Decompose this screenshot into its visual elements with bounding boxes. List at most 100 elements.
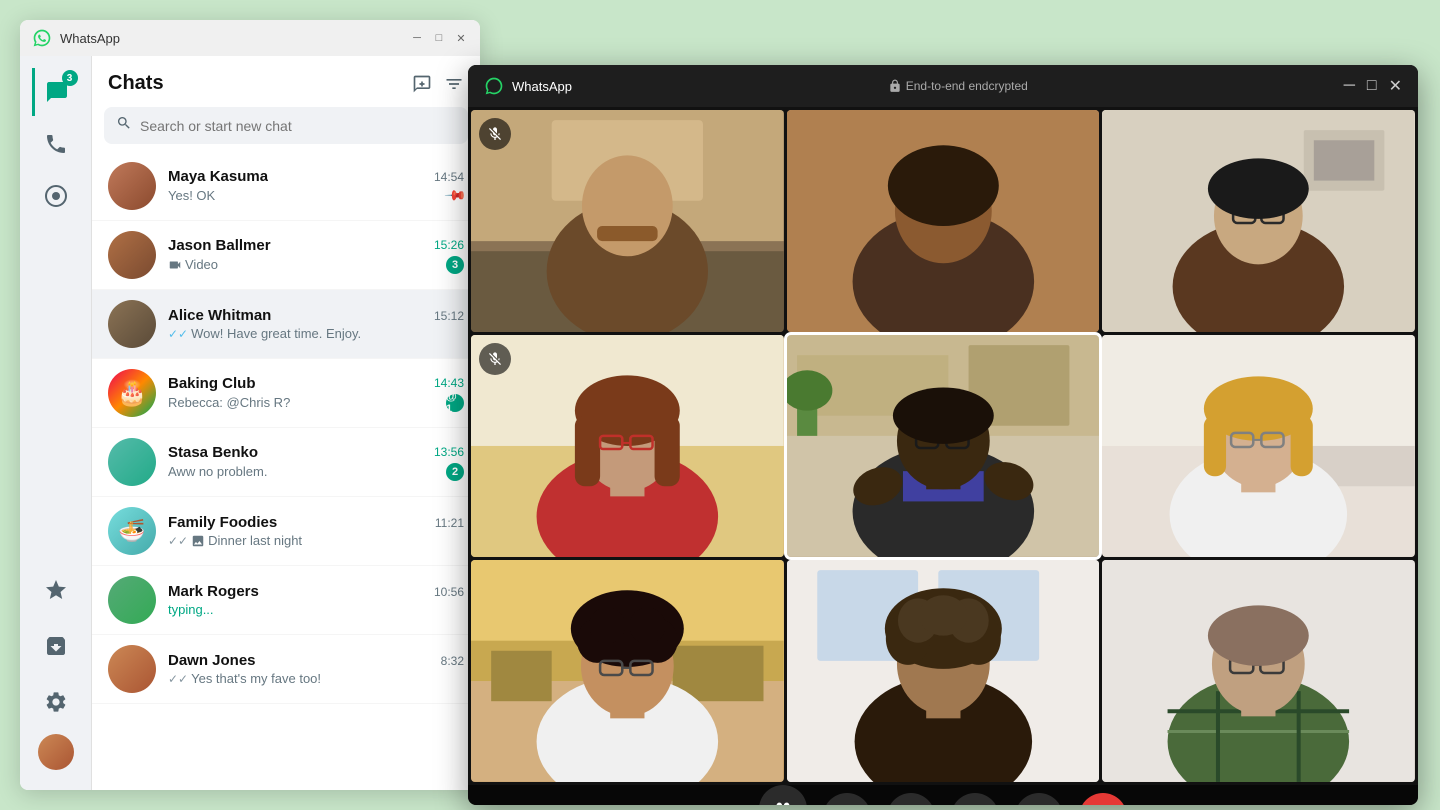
- sidebar-item-status[interactable]: [32, 172, 80, 220]
- avatar-mark: [108, 576, 156, 624]
- chat-name-baking: Baking Club: [168, 375, 256, 392]
- chat-item-alice[interactable]: Alice Whitman 15:12 ✓✓ Wow! Have great t…: [92, 290, 480, 359]
- chat-item-jason[interactable]: Jason Ballmer 15:26 Video 3: [92, 221, 480, 290]
- sidebar-item-chats[interactable]: 3: [32, 68, 80, 116]
- chat-time-baking: 14:43: [434, 376, 464, 390]
- chat-time-jason: 15:26: [434, 238, 464, 252]
- video-person-1: [471, 110, 784, 332]
- chats-badge: 3: [62, 70, 78, 86]
- sidebar-item-archived[interactable]: [32, 622, 80, 670]
- video-person-9: [1102, 560, 1415, 782]
- chat-item-dawn[interactable]: Dawn Jones 8:32 ✓✓ Yes that's my fave to…: [92, 635, 480, 704]
- screen-share-button[interactable]: [951, 793, 999, 805]
- chat-preview-jason: Video: [168, 257, 218, 272]
- main-whatsapp-window: WhatsApp ─ □ ✕ 3: [20, 20, 480, 790]
- sidebar-item-starred[interactable]: [32, 566, 80, 614]
- chat-info-stasa: Stasa Benko 13:56 Aww no problem. 2: [168, 444, 464, 481]
- video-cell-1: [471, 110, 784, 332]
- video-cell-6: [1102, 335, 1415, 557]
- video-cell-9: [1102, 560, 1415, 782]
- mic-button[interactable]: [887, 793, 935, 805]
- settings-icon: [44, 690, 68, 714]
- avatar-jason: [108, 231, 156, 279]
- chat-info-maya: Maya Kasuma 14:54 Yes! OK 📌: [168, 168, 464, 204]
- pin-icon-maya: 📌: [443, 183, 467, 207]
- search-bar[interactable]: [104, 107, 468, 144]
- call-maximize-button[interactable]: □: [1367, 76, 1377, 96]
- user-avatar[interactable]: [38, 734, 74, 770]
- chat-time-family: 11:21: [435, 516, 464, 530]
- sidebar-bottom: [32, 566, 80, 778]
- chat-name-alice: Alice Whitman: [168, 307, 271, 324]
- chat-item-maya[interactable]: Maya Kasuma 14:54 Yes! OK 📌: [92, 152, 480, 221]
- chat-name-dawn: Dawn Jones: [168, 652, 256, 669]
- chat-item-stasa[interactable]: Stasa Benko 13:56 Aww no problem. 2: [92, 428, 480, 497]
- video-cell-5: [787, 335, 1100, 557]
- chat-name-family: Family Foodies: [168, 514, 277, 531]
- chat-preview-stasa: Aww no problem.: [168, 464, 267, 479]
- chat-header-icons: [412, 74, 464, 94]
- chat-info-alice: Alice Whitman 15:12 ✓✓ Wow! Have great t…: [168, 307, 464, 341]
- chat-list: Maya Kasuma 14:54 Yes! OK 📌 Ja: [92, 152, 480, 790]
- title-bar-controls: ─ □ ✕: [410, 31, 468, 45]
- chat-name-maya: Maya Kasuma: [168, 168, 268, 185]
- chat-info-jason: Jason Ballmer 15:26 Video 3: [168, 237, 464, 274]
- participants-button[interactable]: [759, 785, 807, 805]
- chat-preview-family: ✓✓ Dinner last night: [168, 533, 302, 548]
- video-person-7: [471, 560, 784, 782]
- call-controls: 9: [468, 785, 1418, 805]
- call-close-button[interactable]: ✕: [1389, 76, 1402, 96]
- unread-badge-stasa: 2: [446, 463, 464, 481]
- chat-header: Chats: [92, 56, 480, 103]
- close-button[interactable]: ✕: [454, 31, 468, 45]
- maximize-button[interactable]: □: [432, 31, 446, 45]
- chat-item-mark[interactable]: Mark Rogers 10:56 typing...: [92, 566, 480, 635]
- video-person-2: [787, 110, 1100, 332]
- whatsapp-logo-icon: [32, 28, 52, 48]
- chat-info-dawn: Dawn Jones 8:32 ✓✓ Yes that's my fave to…: [168, 652, 464, 686]
- video-person-8: [787, 560, 1100, 782]
- more-options-button[interactable]: [1015, 793, 1063, 805]
- chat-time-dawn: 8:32: [441, 654, 464, 668]
- calls-icon: [44, 132, 68, 156]
- video-grid: [468, 107, 1418, 785]
- chat-info-baking: Baking Club 14:43 Rebecca: @Chris R? @ 1: [168, 375, 464, 412]
- chat-time-stasa: 13:56: [434, 445, 464, 459]
- call-encryption: End-to-end endcrypted: [572, 79, 1344, 93]
- call-title-text: WhatsApp: [512, 79, 572, 94]
- mute-indicator-1: [479, 118, 511, 150]
- video-cell-2: [787, 110, 1100, 332]
- call-whatsapp-icon: [484, 76, 504, 96]
- video-cell-7: [471, 560, 784, 782]
- mute-indicator-4: [479, 343, 511, 375]
- chat-item-baking[interactable]: 🎂 Baking Club 14:43 Rebecca: @Chris R? @…: [92, 359, 480, 428]
- sidebar-top: 3: [32, 68, 80, 566]
- video-toggle-button[interactable]: [823, 793, 871, 805]
- archived-icon: [44, 634, 68, 658]
- sidebar-item-settings[interactable]: [32, 678, 80, 726]
- call-minimize-button[interactable]: ─: [1344, 76, 1355, 96]
- chat-name-jason: Jason Ballmer: [168, 237, 271, 254]
- chat-name-mark: Mark Rogers: [168, 583, 259, 600]
- minimize-button[interactable]: ─: [410, 31, 424, 45]
- chat-time-alice: 15:12: [434, 309, 464, 323]
- lock-icon: [888, 79, 902, 93]
- video-cell-8: [787, 560, 1100, 782]
- chat-preview-maya: Yes! OK: [168, 188, 215, 203]
- avatar-maya: [108, 162, 156, 210]
- video-person-3: [1102, 110, 1415, 332]
- filter-icon[interactable]: [444, 74, 464, 94]
- avatar-alice: [108, 300, 156, 348]
- chat-info-mark: Mark Rogers 10:56 typing...: [168, 583, 464, 617]
- video-cell-3: [1102, 110, 1415, 332]
- new-chat-icon[interactable]: [412, 74, 432, 94]
- end-call-button[interactable]: [1079, 793, 1127, 805]
- chat-item-family[interactable]: 🍜 Family Foodies 11:21 ✓✓ Dinner last ni…: [92, 497, 480, 566]
- call-window: WhatsApp End-to-end endcrypted ─ □ ✕: [468, 65, 1418, 805]
- sidebar: 3: [20, 56, 92, 790]
- chat-preview-baking: Rebecca: @Chris R?: [168, 395, 290, 410]
- sidebar-item-calls[interactable]: [32, 120, 80, 168]
- call-window-controls: ─ □ ✕: [1344, 76, 1402, 96]
- chat-time-maya: 14:54: [434, 170, 464, 184]
- search-input[interactable]: [140, 118, 456, 134]
